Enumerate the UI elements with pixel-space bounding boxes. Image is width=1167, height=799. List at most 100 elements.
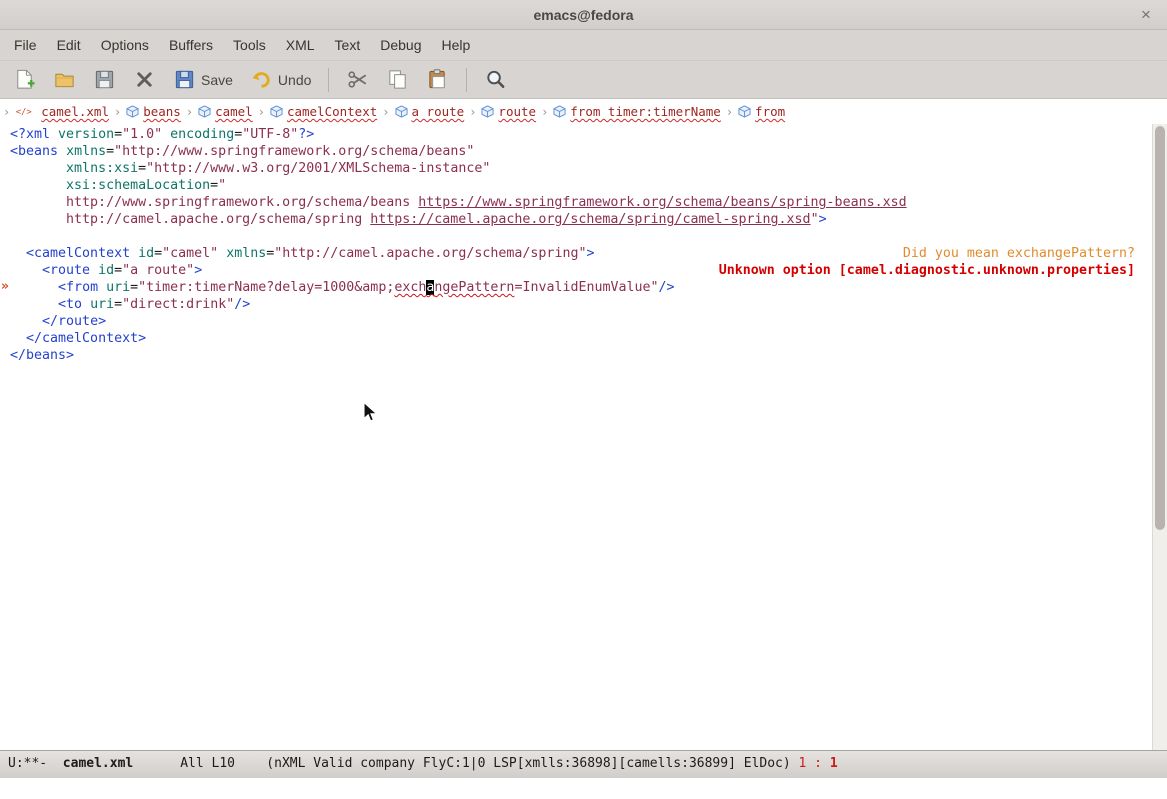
breadcrumb-separator-icon: ›: [186, 105, 193, 119]
menu-item-edit[interactable]: Edit: [47, 30, 91, 60]
modeline-segment: camel.xml: [63, 756, 133, 771]
breadcrumb-label: camel: [215, 104, 253, 119]
toolbar-separator: [328, 68, 329, 92]
breadcrumb-separator-icon: ›: [258, 105, 265, 119]
breadcrumb-separator-icon: ›: [3, 105, 10, 119]
copy-icon: [386, 68, 409, 91]
search-icon: [484, 68, 507, 91]
close-buffer-button[interactable]: [128, 65, 161, 94]
toolbar: Save Undo: [0, 61, 1167, 99]
menu-item-help[interactable]: Help: [431, 30, 480, 60]
error-fringe-marker-icon: »: [1, 278, 9, 295]
undo-button[interactable]: Undo: [245, 65, 316, 94]
code-line-11[interactable]: <to uri="direct:drink"/>: [10, 296, 1151, 313]
undo-button-label: Undo: [278, 72, 311, 88]
cube-icon: [553, 105, 566, 118]
close-window-icon[interactable]: ×: [1135, 5, 1157, 25]
save-button-label: Save: [201, 72, 233, 88]
sideline-error: Unknown option [camel.diagnostic.unknown…: [719, 262, 1135, 279]
scissors-icon: [346, 68, 369, 91]
breadcrumb-item-beans[interactable]: beans: [126, 104, 181, 119]
paste-button[interactable]: [421, 65, 454, 94]
scrollbar-thumb[interactable]: [1155, 126, 1165, 530]
menu-item-text[interactable]: Text: [325, 30, 371, 60]
menu-item-buffers[interactable]: Buffers: [159, 30, 223, 60]
breadcrumb-label: from: [755, 104, 785, 119]
modeline-segment: 1 :: [799, 756, 830, 771]
close-x-icon: [133, 68, 156, 91]
save-floppy-icon: [173, 68, 196, 91]
svg-text:</>: </>: [16, 108, 32, 118]
modeline-segment: All L10 (nXML Valid company FlyC:1|0 LSP…: [133, 756, 798, 771]
open-folder-icon: [53, 68, 76, 91]
code-line-3[interactable]: xmlns:xsi="http://www.w3.org/2001/XMLSch…: [10, 160, 1151, 177]
echo-area[interactable]: [0, 778, 1167, 799]
cube-icon: [198, 105, 211, 118]
floppy-icon: [93, 68, 116, 91]
breadcrumb-separator-icon: ›: [469, 105, 476, 119]
code-line-1[interactable]: <?xml version="1.0" encoding="UTF-8"?>: [10, 126, 1151, 143]
search-button[interactable]: [479, 65, 512, 94]
breadcrumb-label: route: [498, 104, 536, 119]
cube-icon: [481, 105, 494, 118]
cube-icon: [738, 105, 751, 118]
breadcrumb-separator-icon: ›: [114, 105, 121, 119]
code-line-2[interactable]: <beans xmlns="http://www.springframework…: [10, 143, 1151, 160]
breadcrumb-separator-icon: ›: [726, 105, 733, 119]
emacs-window: emacs@fedora × FileEditOptionsBuffersToo…: [0, 0, 1167, 799]
breadcrumb-item-from[interactable]: from: [738, 104, 785, 119]
code-line-5[interactable]: http://www.springframework.org/schema/be…: [10, 194, 1151, 211]
save-button[interactable]: Save: [168, 65, 238, 94]
modeline-segment: 1: [830, 756, 838, 771]
new-file-icon: [13, 68, 36, 91]
breadcrumb-label: beans: [143, 104, 181, 119]
breadcrumb-item-route[interactable]: route: [481, 104, 536, 119]
breadcrumb-item-from-timer-timername[interactable]: from timer:timerName: [553, 104, 721, 119]
undo-arrow-icon: [250, 68, 273, 91]
code-area[interactable]: <?xml version="1.0" encoding="UTF-8"?><b…: [0, 124, 1151, 364]
code-line-7[interactable]: [10, 228, 1151, 245]
breadcrumb-item-camel-xml[interactable]: </> camel.xml: [15, 104, 109, 119]
cube-icon: [126, 105, 139, 118]
breadcrumb-item-camel[interactable]: camel: [198, 104, 253, 119]
toolbar-separator: [466, 68, 467, 92]
menu-item-debug[interactable]: Debug: [370, 30, 431, 60]
breadcrumb-label: camel.xml: [41, 104, 109, 119]
menu-item-file[interactable]: File: [4, 30, 47, 60]
breadcrumb: › </> camel.xml › beans › camel › camelContext › a…: [0, 99, 1167, 124]
open-file-button[interactable]: [48, 65, 81, 94]
code-line-6[interactable]: http://camel.apache.org/schema/spring ht…: [10, 211, 1151, 228]
scrollbar[interactable]: [1152, 124, 1167, 750]
code-line-4[interactable]: xsi:schemaLocation=": [10, 177, 1151, 194]
menu-item-xml[interactable]: XML: [276, 30, 325, 60]
code-line-14[interactable]: </beans>: [10, 347, 1151, 364]
cube-icon: [270, 105, 283, 118]
paste-icon: [426, 68, 449, 91]
editor[interactable]: <?xml version="1.0" encoding="UTF-8"?><b…: [0, 124, 1167, 750]
menu-item-tools[interactable]: Tools: [223, 30, 276, 60]
menu-bar: FileEditOptionsBuffersToolsXMLTextDebugH…: [0, 30, 1167, 61]
window-title: emacs@fedora: [533, 7, 633, 23]
xml-file-icon: </>: [15, 105, 37, 118]
cube-icon: [395, 105, 408, 118]
mode-line: U:**- camel.xml All L10 (nXML Valid comp…: [0, 750, 1167, 778]
breadcrumb-label: from timer:timerName: [570, 104, 721, 119]
mouse-cursor: [363, 402, 383, 425]
breadcrumb-item-a-route[interactable]: a route: [395, 104, 465, 119]
breadcrumb-separator-icon: ›: [541, 105, 548, 119]
breadcrumb-label: a route: [412, 104, 465, 119]
code-line-12[interactable]: </route>: [10, 313, 1151, 330]
code-line-10[interactable]: <from uri="timer:timerName?delay=1000&am…: [10, 279, 1151, 296]
save-file-button[interactable]: [88, 65, 121, 94]
code-line-13[interactable]: </camelContext>: [10, 330, 1151, 347]
cut-button[interactable]: [341, 65, 374, 94]
breadcrumb-label: camelContext: [287, 104, 377, 119]
copy-button[interactable]: [381, 65, 414, 94]
modeline-segment: U:**-: [8, 756, 63, 771]
breadcrumb-separator-icon: ›: [382, 105, 389, 119]
sideline-hint: Did you mean exchangePattern?: [903, 245, 1135, 262]
new-file-button[interactable]: [8, 65, 41, 94]
title-bar: emacs@fedora ×: [0, 0, 1167, 30]
menu-item-options[interactable]: Options: [91, 30, 159, 60]
breadcrumb-item-camelcontext[interactable]: camelContext: [270, 104, 377, 119]
